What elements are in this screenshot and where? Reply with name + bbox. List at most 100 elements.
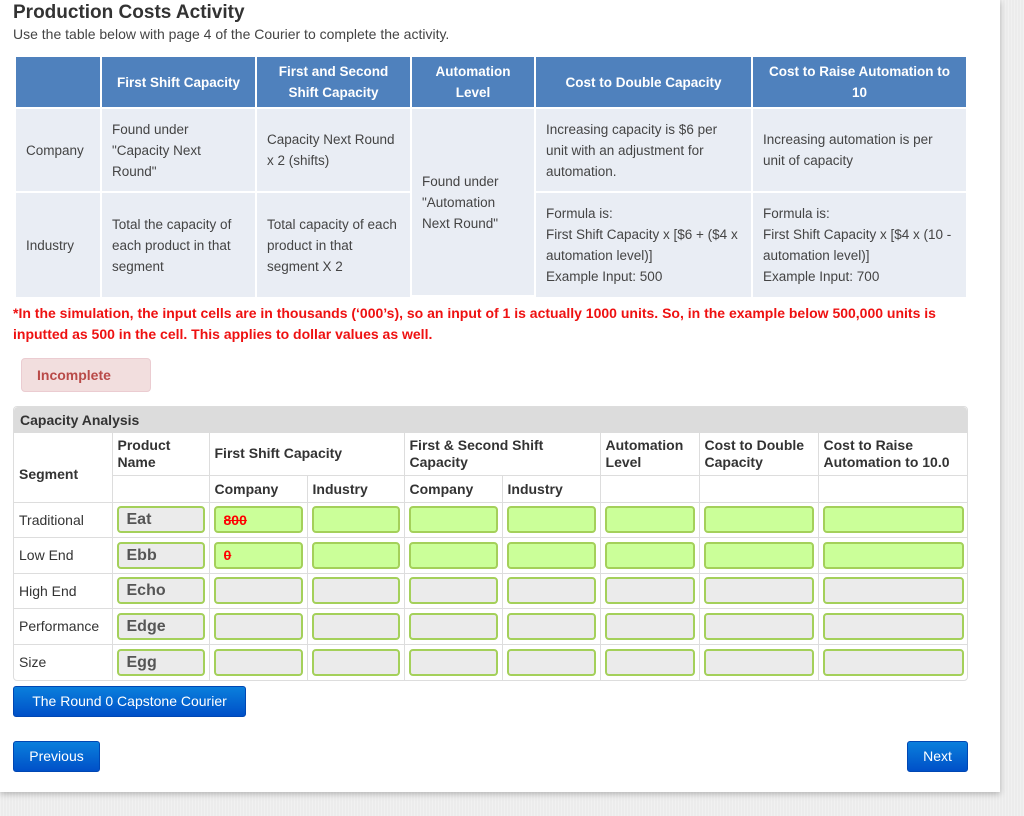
first-second-shift-industry-input[interactable] <box>506 648 596 676</box>
first-second-shift-industry-input[interactable] <box>506 506 596 534</box>
col-header-automation-level: Automation Level <box>599 433 700 476</box>
automation-level-cell <box>599 572 700 609</box>
cost-double-cell <box>698 608 819 645</box>
product-name-field: Ebb <box>116 541 205 569</box>
row-label-company: Company <box>16 109 100 193</box>
first-shift-industry-input[interactable] <box>311 506 400 534</box>
automation-level-input[interactable] <box>604 541 695 569</box>
page-title: Production Costs Activity <box>13 2 245 23</box>
subheader-blank <box>817 474 969 503</box>
company-first-second-shift-instruction: Capacity Next Round x 2 (shifts) <box>257 109 410 193</box>
first-shift-company-input[interactable] <box>213 506 303 534</box>
capacity-analysis-panel: Capacity Analysis Segment Product Name F… <box>13 406 969 681</box>
cost-double-formula-text: First Shift Capacity x [$6 + ($4 x autom… <box>546 227 738 263</box>
automation-level-input[interactable] <box>604 577 695 605</box>
table-row: High End Echo <box>14 572 969 609</box>
cost-double-cell <box>698 537 819 574</box>
capacity-analysis-title: Capacity Analysis <box>14 407 967 433</box>
first-second-shift-company-input[interactable] <box>408 577 498 605</box>
first-shift-industry-input[interactable] <box>311 648 400 676</box>
product-name-cell: Echo <box>111 572 210 609</box>
company-cost-raise-instruction: Increasing automation is per unit of cap… <box>753 109 966 193</box>
segment-label: Size <box>14 643 113 680</box>
cost-raise-input[interactable] <box>822 541 965 569</box>
table-row: Low End Ebb <box>14 537 969 574</box>
row-label-industry: Industry <box>16 193 100 297</box>
cost-double-cell <box>698 572 819 609</box>
first-shift-industry-cell <box>306 572 405 609</box>
first-shift-company-cell <box>208 502 308 538</box>
first-second-shift-company-cell <box>403 608 503 645</box>
automation-level-input[interactable] <box>604 648 695 676</box>
first-second-shift-industry-input[interactable] <box>506 541 596 569</box>
cost-raise-input[interactable] <box>822 577 965 605</box>
first-second-shift-industry-input[interactable] <box>506 612 596 640</box>
industry-first-second-shift-instruction: Total capacity of each product in that s… <box>257 193 410 297</box>
first-shift-industry-input[interactable] <box>311 577 400 605</box>
automation-level-cell <box>599 643 700 680</box>
previous-button[interactable]: Previous <box>13 741 100 772</box>
cost-double-input[interactable] <box>703 577 814 605</box>
first-shift-company-input[interactable] <box>213 541 303 569</box>
cost-raise-input[interactable] <box>822 612 965 640</box>
subheader-fs2-industry: Industry <box>501 474 601 503</box>
subheader-fs2-company: Company <box>403 474 503 503</box>
first-shift-company-cell <box>208 608 308 645</box>
first-second-shift-company-input[interactable] <box>408 648 498 676</box>
cost-double-input[interactable] <box>703 541 814 569</box>
cost-raise-cell <box>817 537 969 574</box>
first-shift-industry-cell <box>306 643 405 680</box>
first-second-shift-industry-cell <box>501 643 601 680</box>
first-shift-industry-input[interactable] <box>311 612 400 640</box>
thousands-note: *In the simulation, the input cells are … <box>13 305 936 342</box>
first-second-shift-company-input[interactable] <box>408 541 498 569</box>
cost-raise-input[interactable] <box>822 648 965 676</box>
first-second-shift-industry-input[interactable] <box>506 577 596 605</box>
col-header-first-second-shift: First & Second Shift Capacity <box>403 433 601 476</box>
cost-raise-formula-text: First Shift Capacity x [$4 x (10 - autom… <box>763 227 952 263</box>
segment-label: Traditional <box>14 502 113 538</box>
cost-raise-cell <box>817 643 969 680</box>
cost-raise-cell <box>817 502 969 538</box>
first-shift-company-input[interactable] <box>213 577 303 605</box>
first-second-shift-industry-cell <box>501 502 601 538</box>
product-name-field: Edge <box>116 612 205 640</box>
first-second-shift-company-input[interactable] <box>408 506 498 534</box>
cost-raise-cell <box>817 572 969 609</box>
subheader-fs-industry: Industry <box>306 474 405 503</box>
automation-level-input[interactable] <box>604 506 695 534</box>
first-shift-company-input[interactable] <box>213 648 303 676</box>
table-row: Size Egg <box>14 643 969 680</box>
first-shift-company-input[interactable] <box>213 612 303 640</box>
first-second-shift-industry-cell <box>501 572 601 609</box>
product-name-field: Egg <box>116 648 205 676</box>
automation-level-cell <box>599 537 700 574</box>
status-badge: Incomplete <box>21 358 151 392</box>
cost-double-input[interactable] <box>703 612 814 640</box>
automation-level-input[interactable] <box>604 612 695 640</box>
product-name-cell: Egg <box>111 643 210 680</box>
cost-double-input[interactable] <box>703 648 814 676</box>
product-name-cell: Eat <box>111 502 210 538</box>
first-second-shift-company-cell <box>403 643 503 680</box>
first-shift-industry-cell <box>306 537 405 574</box>
next-button[interactable]: Next <box>907 741 968 772</box>
segment-label: High End <box>14 572 113 609</box>
courier-link-button[interactable]: The Round 0 Capstone Courier <box>13 686 246 717</box>
company-cost-double-instruction: Increasing capacity is $6 per unit with … <box>536 109 751 193</box>
first-second-shift-company-input[interactable] <box>408 612 498 640</box>
first-shift-industry-input[interactable] <box>311 541 400 569</box>
instructions-header-automation: Automation Level <box>412 57 534 109</box>
instructions-header-cost-double: Cost to Double Capacity <box>536 57 751 109</box>
cost-raise-input[interactable] <box>822 506 965 534</box>
cost-raise-example: Example Input: 700 <box>763 269 880 284</box>
table-row: Traditional Eat <box>14 502 969 538</box>
subheader-blank <box>599 474 700 503</box>
product-name-cell: Ebb <box>111 537 210 574</box>
company-first-shift-instruction: Found under "Capacity Next Round" <box>102 109 255 193</box>
subheader-blank <box>698 474 819 503</box>
table-row: Performance Edge <box>14 608 969 645</box>
cost-double-input[interactable] <box>703 506 814 534</box>
automation-level-cell <box>599 502 700 538</box>
instructions-header-first-shift: First Shift Capacity <box>102 57 255 109</box>
